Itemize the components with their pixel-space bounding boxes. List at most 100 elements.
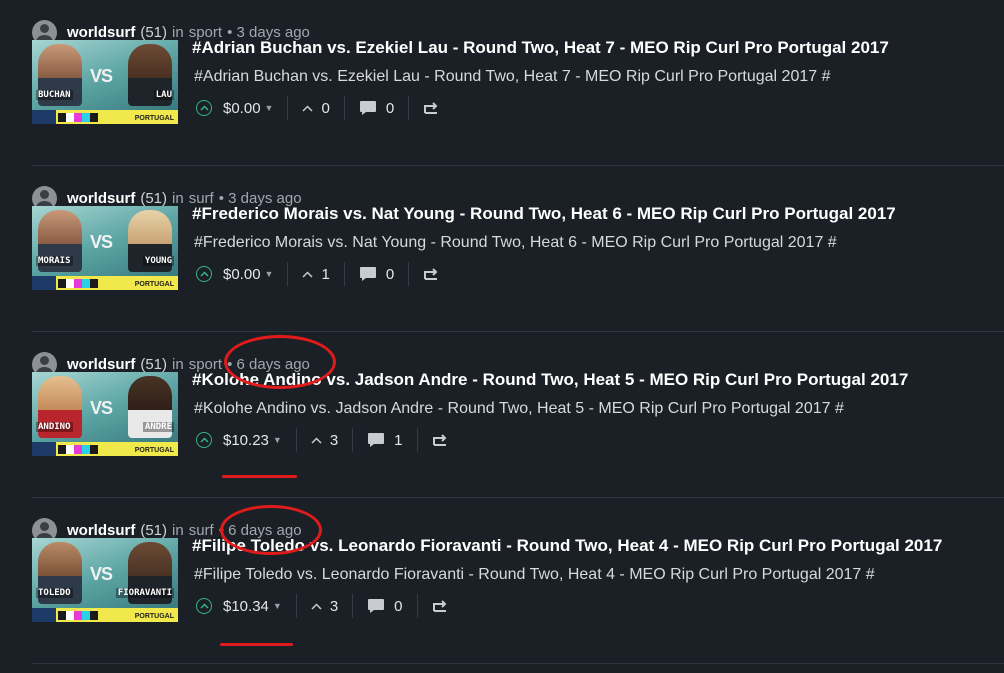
- post-description[interactable]: #Kolohe Andino vs. Jadson Andre - Round …: [194, 400, 844, 418]
- chevron-up-icon[interactable]: [302, 104, 313, 112]
- speech-bubble-icon[interactable]: [359, 266, 377, 282]
- divider: [287, 262, 289, 286]
- thumb-left-name: MORAIS: [36, 256, 73, 266]
- upvote-circle-icon[interactable]: [196, 100, 212, 116]
- post-thumbnail[interactable]: VS ANDINO ANDRE PORTUGAL: [32, 372, 178, 456]
- author-link[interactable]: worldsurf: [67, 190, 135, 207]
- upvote-circle-icon[interactable]: [196, 266, 212, 282]
- vote-count[interactable]: 3: [330, 598, 338, 615]
- divider: [343, 96, 345, 120]
- post-thumbnail[interactable]: VS MORAIS YOUNG PORTUGAL: [32, 206, 178, 290]
- post-thumbnail[interactable]: VS TOLEDO FIORAVANTI PORTUGAL: [32, 538, 178, 622]
- payout-value[interactable]: $0.00: [223, 266, 261, 283]
- divider: [416, 594, 418, 618]
- thumb-banner-text: PORTUGAL: [134, 115, 174, 122]
- payout-value[interactable]: $10.34: [223, 598, 269, 615]
- speech-bubble-icon[interactable]: [367, 598, 385, 614]
- meo-logo: [32, 442, 56, 456]
- annotation-circle: [224, 335, 336, 389]
- author-link[interactable]: worldsurf: [67, 356, 135, 373]
- vote-count[interactable]: 3: [330, 432, 338, 449]
- thumb-right-name: FIORAVANTI: [115, 588, 174, 598]
- thumb-banner-text: PORTUGAL: [134, 613, 174, 620]
- post-description[interactable]: #Filipe Toledo vs. Leonardo Fioravanti -…: [194, 566, 875, 584]
- color-blocks: [58, 611, 98, 620]
- thumb-vs-text: VS: [90, 232, 113, 252]
- payout-dropdown-icon[interactable]: ▼: [265, 103, 274, 113]
- in-label: in: [172, 23, 184, 41]
- vote-count[interactable]: 1: [321, 266, 329, 283]
- comment-count[interactable]: 1: [394, 432, 402, 449]
- in-label: in: [172, 189, 184, 207]
- post-title[interactable]: #Adrian Buchan vs. Ezekiel Lau - Round T…: [192, 38, 889, 58]
- reblog-icon[interactable]: [432, 433, 448, 447]
- post-actions: $0.00 ▼ 1 0: [196, 262, 439, 286]
- post-actions: $10.23 ▼ 3 1: [196, 428, 448, 452]
- reblog-icon[interactable]: [423, 267, 439, 281]
- thumb-right-name: ANDRE: [142, 422, 174, 432]
- author-reputation: (51): [140, 23, 168, 41]
- author-link[interactable]: worldsurf: [67, 24, 135, 41]
- thumb-left-name: TOLEDO: [36, 588, 73, 598]
- chevron-up-icon[interactable]: [311, 602, 322, 610]
- vote-count[interactable]: 0: [321, 100, 329, 117]
- thumb-right-name: YOUNG: [142, 256, 174, 266]
- post-item: worldsurf (51) in sport • 3 days ago VS …: [32, 0, 1004, 166]
- speech-bubble-icon[interactable]: [367, 432, 385, 448]
- thumb-banner-text: PORTUGAL: [134, 281, 174, 288]
- divider: [343, 262, 345, 286]
- payout-dropdown-icon[interactable]: ▼: [273, 601, 282, 611]
- divider: [295, 594, 297, 618]
- post-feed: worldsurf (51) in sport • 3 days ago VS …: [0, 0, 1004, 673]
- color-blocks: [58, 445, 98, 454]
- thumb-left-name: BUCHAN: [36, 90, 73, 100]
- upvote-circle-icon[interactable]: [196, 432, 212, 448]
- divider: [408, 96, 410, 120]
- thumb-vs-text: VS: [90, 398, 113, 418]
- color-blocks: [58, 279, 98, 288]
- post-item: worldsurf (51) in surf • 6 days ago VS T…: [32, 498, 1004, 664]
- chevron-up-icon[interactable]: [302, 270, 313, 278]
- reblog-icon[interactable]: [423, 101, 439, 115]
- divider: [295, 428, 297, 452]
- author-reputation: (51): [140, 521, 168, 539]
- comment-count[interactable]: 0: [386, 266, 394, 283]
- post-description[interactable]: #Frederico Morais vs. Nat Young - Round …: [194, 234, 837, 252]
- color-blocks: [58, 113, 98, 122]
- payout-value[interactable]: $10.23: [223, 432, 269, 449]
- divider: [352, 428, 354, 452]
- payout-dropdown-icon[interactable]: ▼: [273, 435, 282, 445]
- post-description[interactable]: #Adrian Buchan vs. Ezekiel Lau - Round T…: [194, 68, 830, 86]
- in-label: in: [172, 521, 184, 539]
- in-label: in: [172, 355, 184, 373]
- post-item: worldsurf (51) in sport • 6 days ago VS …: [32, 332, 1004, 498]
- thumb-vs-text: VS: [90, 564, 113, 584]
- upvote-circle-icon[interactable]: [196, 598, 212, 614]
- author-reputation: (51): [140, 189, 168, 207]
- meo-logo: [32, 608, 56, 622]
- author-link[interactable]: worldsurf: [67, 522, 135, 539]
- payout-dropdown-icon[interactable]: ▼: [265, 269, 274, 279]
- annotation-underline: [222, 475, 297, 478]
- thumb-banner-text: PORTUGAL: [134, 447, 174, 454]
- divider: [287, 96, 289, 120]
- author-reputation: (51): [140, 355, 168, 373]
- reblog-icon[interactable]: [432, 599, 448, 613]
- thumb-right-name: LAU: [153, 90, 174, 100]
- divider: [416, 428, 418, 452]
- comment-count[interactable]: 0: [394, 598, 402, 615]
- post-item: worldsurf (51) in surf • 3 days ago VS M…: [32, 166, 1004, 332]
- meo-logo: [32, 276, 56, 290]
- annotation-circle: [220, 505, 322, 555]
- post-actions: $10.34 ▼ 3 0: [196, 594, 448, 618]
- post-title[interactable]: #Frederico Morais vs. Nat Young - Round …: [192, 204, 896, 224]
- annotation-underline: [220, 643, 293, 646]
- chevron-up-icon[interactable]: [311, 436, 322, 444]
- post-actions: $0.00 ▼ 0 0: [196, 96, 439, 120]
- payout-value[interactable]: $0.00: [223, 100, 261, 117]
- speech-bubble-icon[interactable]: [359, 100, 377, 116]
- comment-count[interactable]: 0: [386, 100, 394, 117]
- divider: [352, 594, 354, 618]
- post-thumbnail[interactable]: VS BUCHAN LAU PORTUGAL: [32, 40, 178, 124]
- meo-logo: [32, 110, 56, 124]
